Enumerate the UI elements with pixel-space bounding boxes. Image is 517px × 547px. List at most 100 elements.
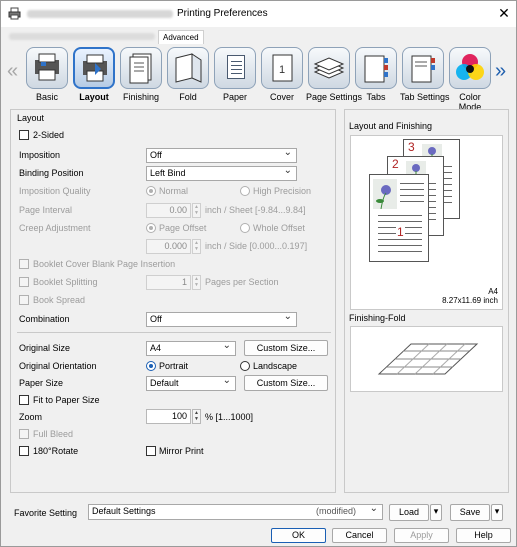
tab-fold[interactable]: Fold xyxy=(165,47,211,107)
tab-label: Tab Settings xyxy=(400,92,450,102)
save-button[interactable]: Save xyxy=(450,504,490,521)
creep-page-offset-radio[interactable] xyxy=(146,223,156,233)
close-icon[interactable]: ✕ xyxy=(495,4,513,22)
tab-paper[interactable]: Paper xyxy=(212,47,258,107)
scroll-right-arrow-icon[interactable]: » xyxy=(495,61,506,81)
creep-page-offset-label: Page Offset xyxy=(159,223,207,233)
imposition-quality-high-label: High Precision xyxy=(253,186,312,196)
load-button[interactable]: Load xyxy=(389,504,429,521)
mirror-print-label: Mirror Print xyxy=(159,446,204,456)
paper-custom-size-button[interactable]: Custom Size... xyxy=(244,375,328,391)
landscape-label: Landscape xyxy=(253,361,298,371)
booklet-splitting-unit: Pages per Section xyxy=(205,277,279,287)
paper-icon xyxy=(214,47,256,89)
cover-icon: 1 xyxy=(261,47,303,89)
rotate-180-checkbox[interactable] xyxy=(19,446,29,456)
section-title-layout: Layout xyxy=(17,113,45,123)
scroll-left-arrow-icon[interactable]: « xyxy=(7,61,18,81)
tab-settings-icon xyxy=(402,47,444,89)
title-bar: Printing Preferences ✕ xyxy=(1,1,516,27)
zoom-input[interactable]: 100 xyxy=(146,409,191,424)
tab-page-settings[interactable]: Page Settings xyxy=(306,47,363,107)
creep-adjustment-input[interactable]: 0.000 xyxy=(146,239,191,254)
cancel-button[interactable]: Cancel xyxy=(332,528,387,543)
booklet-splitting-label: Booklet Splitting xyxy=(33,277,98,287)
flower-image-icon xyxy=(373,179,397,209)
booklet-splitting-spinner[interactable]: ▲ ▼ xyxy=(192,275,201,290)
binding-position-label: Binding Position xyxy=(19,168,84,178)
booklet-cover-checkbox[interactable] xyxy=(19,259,29,269)
paper-size-label: Paper Size xyxy=(19,378,64,388)
tab-layout[interactable]: Layout xyxy=(71,47,117,107)
creep-whole-offset-radio[interactable] xyxy=(240,223,250,233)
paper-size-select[interactable]: Default xyxy=(146,374,236,391)
tab-tabs[interactable]: Tabs xyxy=(353,47,399,107)
page-interval-input[interactable]: 0.00 xyxy=(146,203,191,218)
page-number: 2 xyxy=(392,157,399,171)
printer-name-redacted xyxy=(27,10,173,18)
tab-tab-settings[interactable]: Tab Settings xyxy=(400,47,450,107)
rotate-180-label: 180°Rotate xyxy=(33,446,79,456)
apply-button[interactable]: Apply xyxy=(394,528,449,543)
tab-advanced[interactable]: Advanced xyxy=(158,30,204,44)
combination-select[interactable]: Off xyxy=(146,310,297,327)
two-sided-checkbox[interactable] xyxy=(19,130,29,140)
fit-to-paper-label: Fit to Paper Size xyxy=(33,395,100,405)
tab-label: Layout xyxy=(79,92,109,102)
landscape-radio[interactable] xyxy=(240,361,250,371)
help-button[interactable]: Help xyxy=(456,528,511,543)
page-interval-unit: inch / Sheet [-9.84...9.84] xyxy=(205,205,306,215)
paper-name: A4 xyxy=(488,287,498,296)
original-orientation-label: Original Orientation xyxy=(19,361,97,371)
page-settings-icon xyxy=(308,47,350,89)
favorite-setting-label: Favorite Setting xyxy=(14,508,78,518)
imposition-select[interactable]: Off xyxy=(146,146,297,163)
two-sided-label: 2-Sided xyxy=(33,130,65,140)
booklet-splitting-checkbox[interactable] xyxy=(19,277,29,287)
book-spread-checkbox[interactable] xyxy=(19,295,29,305)
imposition-quality-high-radio[interactable] xyxy=(240,186,250,196)
basic-icon xyxy=(26,47,68,89)
function-tab-strip: « Basic Layout Finishing Fold Paper 1 Co… xyxy=(1,45,516,112)
tab-label: Basic xyxy=(35,92,58,102)
creep-adjustment-label: Creep Adjustment xyxy=(19,223,91,233)
full-bleed-checkbox[interactable] xyxy=(19,429,29,439)
layout-icon xyxy=(73,47,115,89)
full-bleed-label: Full Bleed xyxy=(33,429,74,439)
tab-label: Page Settings xyxy=(306,92,363,102)
ok-button[interactable]: OK xyxy=(271,528,326,543)
page-number: 3 xyxy=(408,140,415,154)
zoom-label: Zoom xyxy=(19,412,43,422)
original-custom-size-button[interactable]: Custom Size... xyxy=(244,340,328,356)
tab-basic[interactable]: Basic xyxy=(24,47,70,107)
portrait-radio[interactable] xyxy=(146,361,156,371)
imposition-quality-normal-radio[interactable] xyxy=(146,186,156,196)
creep-adjustment-spinner[interactable]: ▲ ▼ xyxy=(192,239,201,254)
favorite-setting-value: Default Settings xyxy=(92,506,156,516)
binding-position-select[interactable]: Left Bind xyxy=(146,164,297,181)
layout-settings-panel: Layout 2-Sided Imposition Off Binding Po… xyxy=(10,109,336,493)
imposition-quality-label: Imposition Quality xyxy=(19,186,91,196)
tab-cover[interactable]: 1 Cover xyxy=(259,47,305,107)
page-number: 1 xyxy=(396,225,405,239)
svg-text:1: 1 xyxy=(279,64,285,76)
favorite-setting-select[interactable]: Default Settings (modified) xyxy=(88,502,383,520)
load-dropdown-arrow-icon[interactable]: ▾ xyxy=(430,504,442,521)
tab-color-mode[interactable]: Color Mode xyxy=(447,47,493,112)
save-dropdown-arrow-icon[interactable]: ▾ xyxy=(491,504,503,521)
page-interval-label: Page Interval xyxy=(19,205,73,215)
booklet-splitting-input[interactable]: 1 xyxy=(146,275,191,290)
original-size-select[interactable]: A4 xyxy=(146,339,236,356)
printer-icon xyxy=(8,7,21,20)
tab-label: Cover xyxy=(269,92,294,102)
imposition-label: Imposition xyxy=(19,150,61,160)
tab-label: Finishing xyxy=(122,92,160,102)
page-interval-spinner[interactable]: ▲ ▼ xyxy=(192,203,201,218)
tab-finishing[interactable]: Finishing xyxy=(118,47,164,107)
printer-tab-redacted[interactable] xyxy=(9,33,155,40)
paper-dimensions: 8.27x11.69 inch xyxy=(442,296,498,305)
zoom-spinner[interactable]: ▲ ▼ xyxy=(192,409,201,424)
fit-to-paper-checkbox[interactable] xyxy=(19,395,29,405)
mirror-print-checkbox[interactable] xyxy=(146,446,156,456)
preview-panel: Layout and Finishing 3 2 1 A4 8.27x11.69… xyxy=(344,109,509,493)
